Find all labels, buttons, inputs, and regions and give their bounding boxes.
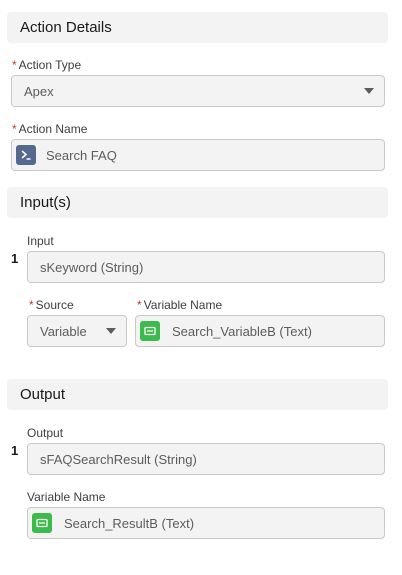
variable-icon [32, 513, 52, 533]
output-index: 1 [11, 443, 19, 458]
chevron-down-icon [106, 328, 116, 334]
action-type-select[interactable]: Apex [11, 75, 385, 107]
input-value: sKeyword (String) [40, 259, 144, 275]
output-value: sFAQSearchResult (String) [40, 451, 197, 467]
section-header-output: Output [7, 379, 388, 410]
input-index: 1 [11, 251, 19, 266]
output-label: Output [27, 426, 64, 440]
chevron-down-icon [364, 88, 374, 94]
section-title: Action Details [20, 19, 112, 36]
required-marker: * [12, 58, 17, 72]
input-label: Input [27, 234, 54, 248]
action-name-value: Search FAQ [46, 147, 117, 163]
section-header-action-details: Action Details [7, 12, 388, 43]
section-title: Output [20, 386, 66, 403]
action-name-label: * Action Name [12, 122, 88, 136]
input-variable-name-label: * Variable Name [137, 298, 223, 312]
input-field[interactable]: sKeyword (String) [27, 251, 385, 283]
action-name-field[interactable]: Search FAQ [11, 139, 385, 171]
variable-icon [140, 321, 160, 341]
input-variable-name-value: Search_VariableB (Text) [172, 323, 312, 339]
output-variable-name-label: Variable Name [27, 490, 106, 504]
source-select[interactable]: Variable [27, 315, 127, 347]
required-marker: * [29, 298, 34, 312]
section-header-inputs: Input(s) [7, 187, 388, 218]
required-marker: * [137, 298, 142, 312]
action-type-label: * Action Type [12, 58, 82, 72]
action-editor: Action Details * Action Type Apex * Action… [0, 0, 402, 575]
input-variable-name-field[interactable]: Search_VariableB (Text) [135, 315, 385, 347]
section-title: Input(s) [20, 194, 71, 211]
source-label: * Source [29, 298, 74, 312]
output-field[interactable]: sFAQSearchResult (String) [27, 443, 385, 475]
output-variable-name-value: Search_ResultB (Text) [64, 515, 195, 531]
action-type-value: Apex [24, 83, 54, 99]
required-marker: * [12, 122, 17, 136]
apex-action-icon [16, 145, 36, 165]
output-variable-name-field[interactable]: Search_ResultB (Text) [27, 507, 385, 539]
source-value: Variable [40, 323, 87, 339]
